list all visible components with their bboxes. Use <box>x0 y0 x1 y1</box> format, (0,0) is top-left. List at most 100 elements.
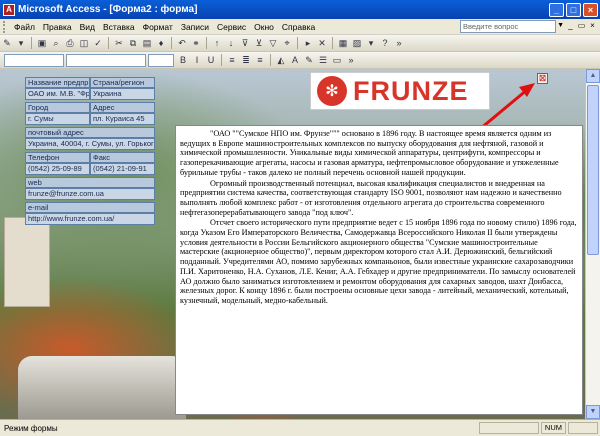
fill-color-icon[interactable]: ◭ <box>275 54 287 66</box>
align-right-icon[interactable]: ≡ <box>254 54 266 66</box>
field-web[interactable]: frunze@frunze.com.ua <box>25 188 155 200</box>
field-label-email: e-mail <box>25 202 155 213</box>
menu-edit[interactable]: Правка <box>39 22 76 32</box>
frunze-logo-text: FRUNZE <box>353 75 469 106</box>
doc-close-icon[interactable]: × <box>587 21 598 32</box>
menu-view[interactable]: Вид <box>76 22 99 32</box>
field-label-web: web <box>25 177 155 188</box>
image-toggle-icon[interactable]: ⛝ <box>537 73 548 84</box>
menu-records[interactable]: Записи <box>177 22 213 32</box>
field-label-fax: Факс <box>90 152 155 163</box>
line-width-icon[interactable]: ☰ <box>317 54 329 66</box>
company-fields: Название предприятия Страна/регион ОАО и… <box>25 77 155 225</box>
special-effect-icon[interactable]: ▭ <box>331 54 343 66</box>
field-postal-address[interactable]: Украина, 40004, г. Сумы, ул. Горького, 5… <box>25 138 155 150</box>
menu-format[interactable]: Формат <box>139 22 177 32</box>
toolbar-options-icon[interactable]: » <box>393 37 405 49</box>
format-painter-icon[interactable]: ♦ <box>155 37 167 49</box>
underline-icon[interactable]: U <box>205 54 217 66</box>
copy-icon[interactable]: ⧉ <box>127 37 139 49</box>
search-icon[interactable]: ⌕ <box>50 37 62 49</box>
save-icon[interactable]: ▣ <box>36 37 48 49</box>
scroll-thumb[interactable] <box>587 85 599 255</box>
field-label-address: Адрес <box>90 102 155 113</box>
italic-icon[interactable]: I <box>191 54 203 66</box>
find-icon[interactable]: ⌖ <box>281 37 293 49</box>
toolbar-separator <box>108 37 109 49</box>
doc-minimize-icon[interactable]: _ <box>565 21 576 32</box>
field-fax[interactable]: (0542) 21-09-91 <box>90 163 155 175</box>
menu-tools[interactable]: Сервис <box>213 22 250 32</box>
font-size-combo[interactable] <box>148 53 174 67</box>
filter-by-selection-icon[interactable]: ⊽ <box>239 37 251 49</box>
toolbar-separator <box>31 37 32 49</box>
menu-insert[interactable]: Вставка <box>99 22 139 32</box>
company-description-textbox[interactable]: "ОАО ""Сумское НПО им. Фрунзе""" основан… <box>175 125 583 415</box>
toolbar-separator <box>171 37 172 49</box>
dropdown-icon[interactable]: ▾ <box>15 37 27 49</box>
insert-hyperlink-icon[interactable]: ⚭ <box>190 37 202 49</box>
window-title: Microsoft Access - [Форма2 : форма] <box>18 4 198 15</box>
description-paragraph: Отсчет своего исторического пути предпри… <box>180 218 577 305</box>
align-left-icon[interactable]: ≡ <box>226 54 238 66</box>
minimize-button[interactable]: _ <box>549 2 564 17</box>
close-button[interactable]: × <box>583 2 598 17</box>
field-city[interactable]: г. Сумы <box>25 113 90 125</box>
database-window-icon[interactable]: ▦ <box>337 37 349 49</box>
sort-asc-icon[interactable]: ↑ <box>211 37 223 49</box>
field-country[interactable]: Украина <box>90 88 155 100</box>
field-email[interactable]: http://www.frunze.com.ua/ <box>25 213 155 225</box>
font-color-icon[interactable]: A <box>289 54 301 66</box>
help-question-input[interactable]: Введите вопрос <box>460 20 556 33</box>
field-label-phone: Телефон <box>25 152 90 163</box>
sort-desc-icon[interactable]: ↓ <box>225 37 237 49</box>
object-combo[interactable] <box>4 53 64 67</box>
new-object-icon[interactable]: ▨ <box>351 37 363 49</box>
toolbar-separator <box>221 54 222 66</box>
paste-icon[interactable]: ▤ <box>141 37 153 49</box>
cut-icon[interactable]: ✂ <box>113 37 125 49</box>
undo-icon[interactable]: ↶ <box>176 37 188 49</box>
field-label-postal-address: почтовый адрес <box>25 127 155 138</box>
num-lock-indicator: NUM <box>540 422 566 434</box>
line-color-icon[interactable]: ✎ <box>303 54 315 66</box>
view-icon[interactable]: ✎ <box>1 37 13 49</box>
frunze-logo-mark-icon: ✻ <box>317 76 347 106</box>
filter-by-form-icon[interactable]: ⊻ <box>253 37 265 49</box>
align-center-icon[interactable]: ≣ <box>240 54 252 66</box>
field-phone[interactable]: (0542) 25-09-89 <box>25 163 90 175</box>
status-text: Режим формы <box>4 423 58 433</box>
status-panel <box>568 422 598 434</box>
help-dropdown-arrow-icon[interactable]: ▼ <box>557 22 564 29</box>
scroll-up-icon[interactable]: ▲ <box>586 69 600 83</box>
delete-record-icon[interactable]: ✕ <box>316 37 328 49</box>
preview-icon[interactable]: ◫ <box>78 37 90 49</box>
spelling-icon[interactable]: ✓ <box>92 37 104 49</box>
field-label-company-name: Название предприятия <box>25 77 90 88</box>
field-address[interactable]: пл. Кураиса 45 <box>90 113 155 125</box>
new-record-icon[interactable]: ▸ <box>302 37 314 49</box>
frunze-logo: ✻ FRUNZE <box>310 72 490 110</box>
toolbar-options-icon[interactable]: » <box>345 54 357 66</box>
dropdown-icon[interactable]: ▾ <box>365 37 377 49</box>
access-app-icon[interactable]: A <box>3 3 15 16</box>
maximize-button[interactable]: □ <box>566 2 581 17</box>
menu-help[interactable]: Справка <box>278 22 319 32</box>
menu-window[interactable]: Окно <box>250 22 278 32</box>
field-label-country: Страна/регион <box>90 77 155 88</box>
apply-filter-icon[interactable]: ▽ <box>267 37 279 49</box>
font-name-combo[interactable] <box>66 53 146 67</box>
help-icon[interactable]: ? <box>379 37 391 49</box>
field-company-name[interactable]: ОАО им. М.В. "Фрунзе" <box>25 88 90 100</box>
scroll-down-icon[interactable]: ▼ <box>586 405 600 419</box>
doc-restore-icon[interactable]: ▭ <box>576 21 587 32</box>
print-icon[interactable]: ⎙ <box>64 37 76 49</box>
menu-file[interactable]: Файл <box>10 22 39 32</box>
bold-icon[interactable]: B <box>177 54 189 66</box>
background-building <box>4 217 50 307</box>
description-paragraph: "ОАО ""Сумское НПО им. Фрунзе""" основан… <box>180 129 559 177</box>
menu-grip[interactable] <box>3 20 7 33</box>
form-vertical-scrollbar[interactable]: ▲ ▼ <box>585 69 600 419</box>
field-label-city: Город <box>25 102 90 113</box>
formatting-toolbar: B I U ≡ ≣ ≡ ◭ A ✎ ☰ ▭ » <box>0 52 600 69</box>
